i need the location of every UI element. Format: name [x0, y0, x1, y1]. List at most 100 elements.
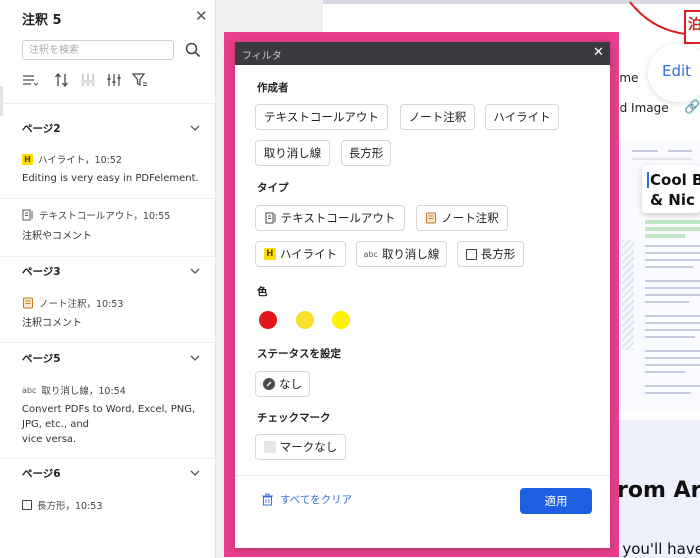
- thumb-text-line: [645, 252, 700, 254]
- divider: [235, 475, 610, 476]
- color-swatch-yellow[interactable]: [296, 311, 314, 329]
- type-chip-label: ハイライト: [279, 247, 338, 261]
- chevron-down-icon[interactable]: [190, 123, 200, 133]
- thumb-highlight-line: [645, 234, 685, 238]
- thumb-text-line: [645, 301, 689, 303]
- search-icon[interactable]: [184, 41, 202, 59]
- author-label: 作成者: [257, 82, 289, 94]
- link-icon: 🔗: [684, 100, 700, 115]
- search-input[interactable]: [22, 40, 174, 60]
- annotation-meta-text: 長方形，10:53: [37, 501, 103, 512]
- thumb-highlight-line: [645, 220, 700, 224]
- dialog-close-button[interactable]: ✕: [593, 46, 604, 60]
- status-chip-none[interactable]: なし: [255, 371, 310, 397]
- type-chip-label: 取り消し線: [381, 247, 440, 261]
- thumb-highlight-line: [645, 227, 700, 231]
- thumb-text-line: [645, 392, 691, 394]
- type-chip-highlight[interactable]: H ハイライト: [255, 241, 346, 267]
- section-header-page2[interactable]: ページ2: [22, 121, 61, 136]
- panel-close-button[interactable]: ✕: [195, 8, 208, 24]
- type-chip-rectangle[interactable]: 長方形: [457, 241, 524, 267]
- author-chip-note[interactable]: ノート注釈: [400, 104, 475, 130]
- color-swatch-red[interactable]: [259, 311, 277, 329]
- type-chip-text-callout[interactable]: テキストコールアウト: [255, 205, 405, 231]
- thumb-text-line: [645, 371, 685, 373]
- highlight-icon: H: [22, 153, 33, 165]
- list-menu-icon[interactable]: [22, 72, 38, 88]
- section-header-page3[interactable]: ページ3: [22, 264, 61, 279]
- text-callout-icon: [265, 212, 276, 224]
- columns-icon[interactable]: [106, 72, 122, 88]
- type-chip-label: ノート注釈: [441, 211, 499, 225]
- red-annotation-glyph: 泊: [688, 17, 700, 33]
- clear-all-button[interactable]: すべてをクリア: [261, 492, 352, 507]
- author-chip-rectangle[interactable]: 長方形: [341, 140, 391, 166]
- type-chip-note[interactable]: ノート注釈: [416, 205, 508, 231]
- annotation-arrow-icon: [629, 1, 687, 35]
- divider: [0, 458, 216, 459]
- apply-button[interactable]: 適用: [520, 488, 592, 514]
- annotation-text[interactable]: Convert PDFs to Word, Excel, PNG, JPG, e…: [22, 402, 202, 447]
- annotation-text-line: JPG, etc., and: [22, 419, 90, 430]
- author-chip-text-callout[interactable]: テキストコールアウト: [255, 104, 388, 130]
- color-swatch-bright-yellow[interactable]: [332, 311, 350, 329]
- annotation-meta-text: ノート注釈，10:53: [39, 299, 124, 310]
- annotation-text[interactable]: 注釈コメント: [22, 316, 202, 331]
- thumb-text-line: [645, 350, 700, 352]
- color-label: 色: [257, 286, 268, 298]
- annotation-text-line: vice versa.: [22, 434, 77, 445]
- type-chip-strikethrough[interactable]: abc 取り消し線: [356, 241, 447, 267]
- thumb-text-line: [645, 280, 700, 282]
- annotation-item-meta[interactable]: ノート注釈，10:53: [22, 296, 123, 310]
- divider: [0, 198, 216, 199]
- annotation-text-line: Convert PDFs to Word, Excel, PNG,: [22, 404, 196, 415]
- thumb-text-line: [645, 287, 700, 289]
- annotation-text[interactable]: Editing is very easy in PDFelement.: [22, 171, 202, 186]
- type-chip-label: テキストコールアウト: [280, 211, 396, 225]
- type-chip-label: 長方形: [480, 247, 516, 261]
- thumb-illustration: [622, 240, 634, 350]
- thumb-text-line: [668, 150, 692, 152]
- note-icon: [426, 212, 437, 224]
- author-chip-highlight[interactable]: ハイライト: [485, 104, 559, 130]
- checkmark-label: チェックマーク: [257, 412, 331, 424]
- text-cursor: [647, 172, 649, 188]
- thumb-text-line: [632, 150, 658, 152]
- panel-edge: [0, 86, 3, 116]
- filter-dialog: フィルタ ✕ 作成者 テキストコールアウト ノート注釈 ハイライト 取り消し線 …: [235, 42, 610, 548]
- thumb-title: Cool B & Nic: [650, 171, 700, 209]
- annotation-item-meta[interactable]: abc 取り消し線，10:54: [22, 383, 126, 398]
- edit-badge-label[interactable]: Edit: [662, 62, 691, 80]
- chevron-down-icon[interactable]: [190, 468, 200, 478]
- thumb-text-line: [645, 385, 700, 387]
- sort-icon[interactable]: [54, 72, 70, 88]
- thumb-text-line: [645, 357, 700, 359]
- chevron-down-icon[interactable]: [190, 353, 200, 363]
- thumb-text-line: [645, 315, 700, 317]
- annotation-item-meta[interactable]: H ハイライト，10:52: [22, 152, 122, 166]
- thumb-text-line: [645, 336, 695, 338]
- strikethrough-icon: abc: [363, 249, 378, 259]
- status-none-icon: [263, 378, 275, 390]
- checkbox-empty-icon: [263, 441, 276, 453]
- text-callout-icon: [22, 209, 33, 221]
- checkmark-chip-none[interactable]: マークなし: [255, 434, 346, 460]
- annotation-item-meta[interactable]: 長方形，10:53: [22, 498, 102, 512]
- section-header-page6[interactable]: ページ6: [22, 466, 61, 481]
- annotation-text[interactable]: 注釈やコメント: [22, 229, 202, 244]
- chevron-down-icon[interactable]: [190, 266, 200, 276]
- rectangle-icon: [465, 248, 477, 260]
- align-icon[interactable]: [80, 72, 96, 88]
- status-label: ステータスを設定: [257, 348, 341, 360]
- author-chip-strikethrough[interactable]: 取り消し線: [255, 140, 330, 166]
- panel-title: 注釈 5: [22, 13, 62, 28]
- doc-heading-fragment: rom Ar: [617, 478, 700, 503]
- trash-icon: [262, 493, 273, 506]
- annotation-item-meta[interactable]: テキストコールアウト，10:55: [22, 208, 170, 222]
- strikethrough-icon: abc: [22, 385, 37, 395]
- section-header-page5[interactable]: ページ5: [22, 351, 61, 366]
- annotation-meta-text: ハイライト，10:52: [38, 155, 122, 166]
- filter-icon[interactable]: [132, 72, 148, 88]
- divider: [0, 103, 216, 104]
- thumb-text-line: [645, 245, 700, 247]
